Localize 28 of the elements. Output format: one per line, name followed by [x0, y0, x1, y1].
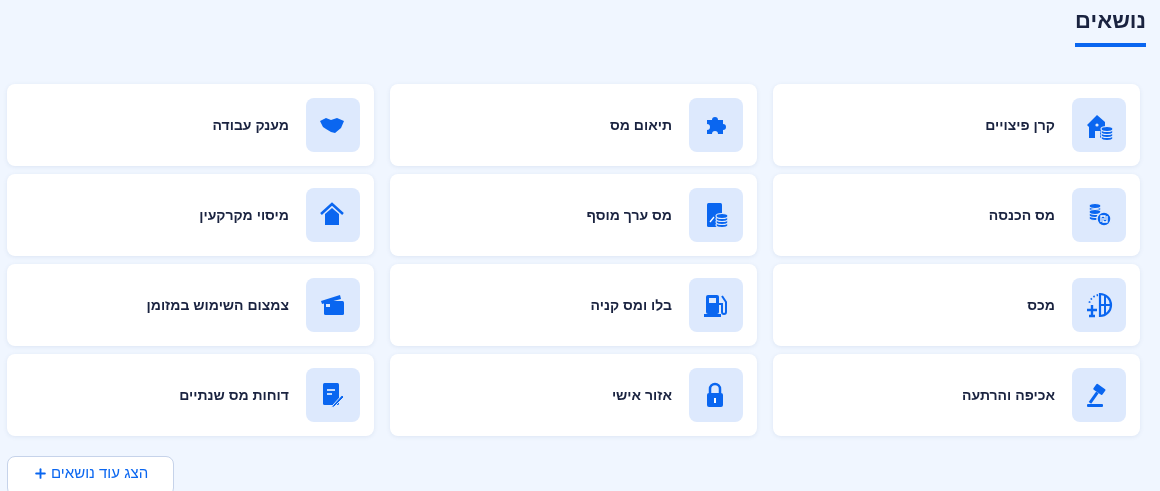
topic-label: מיסוי מקרקעין	[199, 205, 289, 225]
topic-card[interactable]: מס הכנסה	[773, 174, 1140, 256]
plus-icon	[33, 465, 48, 481]
topic-label: מענק עבודה	[212, 115, 289, 135]
topic-label: בלו ומס קניה	[590, 295, 672, 315]
section-title: נושאים	[1075, 9, 1146, 47]
topic-label: אזור אישי	[611, 385, 672, 405]
topic-card[interactable]: תיאום מס	[390, 84, 757, 166]
topic-label: מכס	[1027, 295, 1055, 315]
topic-card[interactable]: מענק עבודה	[7, 84, 374, 166]
topic-card[interactable]: בלו ומס קניה	[390, 264, 757, 346]
topic-card[interactable]: דוחות מס שנתיים	[7, 354, 374, 436]
topic-label: מס הכנסה	[988, 205, 1055, 225]
topic-label: צמצום השימוש במזומן	[146, 295, 289, 315]
topic-card[interactable]: מיסוי מקרקעין	[7, 174, 374, 256]
topic-label: אכיפה והרתעה	[962, 385, 1055, 405]
topic-card[interactable]: אכיפה והרתעה	[773, 354, 1140, 436]
globe-plane-icon	[1084, 290, 1114, 320]
topic-label: תיאום מס	[610, 115, 672, 135]
topic-label: דוחות מס שנתיים	[179, 385, 289, 405]
topic-card[interactable]: אזור אישי	[390, 354, 757, 436]
show-more-button[interactable]: הצג עוד נושאים	[7, 456, 175, 491]
topic-card[interactable]: מס ערך מוסף	[390, 174, 757, 256]
topic-card[interactable]: צמצום השימוש במזומן	[7, 264, 374, 346]
topic-card[interactable]: מכס	[773, 264, 1140, 346]
topic-label: קרן פיצויים	[985, 115, 1055, 135]
topic-card[interactable]: קרן פיצויים	[773, 84, 1140, 166]
topic-label: מס ערך מוסף	[586, 205, 672, 225]
